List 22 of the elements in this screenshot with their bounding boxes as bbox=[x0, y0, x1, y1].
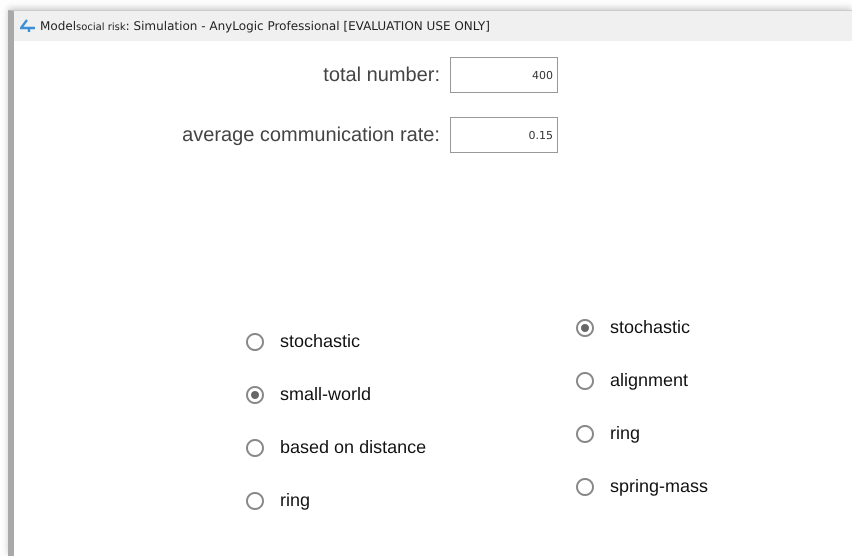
field-label: total number: bbox=[322, 64, 441, 86]
radio-button[interactable] bbox=[576, 318, 594, 336]
radio-button[interactable] bbox=[246, 492, 264, 510]
radio-label: stochastic bbox=[610, 317, 690, 338]
radio-button[interactable] bbox=[246, 438, 264, 456]
radio-label: ring bbox=[280, 490, 310, 511]
radio-button[interactable] bbox=[576, 478, 594, 496]
input-field[interactable]: 0.15 bbox=[450, 117, 558, 153]
app-logo-icon bbox=[20, 19, 36, 33]
radio-label: ring bbox=[610, 423, 640, 444]
radio-button[interactable] bbox=[246, 386, 264, 404]
radio-label: alignment bbox=[610, 370, 688, 391]
radio-label: based on distance bbox=[280, 437, 426, 458]
radio-label: stochastic bbox=[280, 331, 360, 352]
input-field[interactable]: 400 bbox=[450, 57, 558, 93]
radio-label: spring-mass bbox=[610, 476, 708, 497]
radio-label: small-world bbox=[280, 384, 372, 405]
window-title: Modelsocial risk: Simulation - AnyLogic Professional [EVALUATION USE ONLY] bbox=[40, 19, 490, 33]
radio-button[interactable] bbox=[576, 372, 594, 390]
field-label: average communication rate: bbox=[181, 124, 441, 146]
radio-button[interactable] bbox=[246, 332, 264, 350]
radio-button[interactable] bbox=[576, 424, 594, 442]
